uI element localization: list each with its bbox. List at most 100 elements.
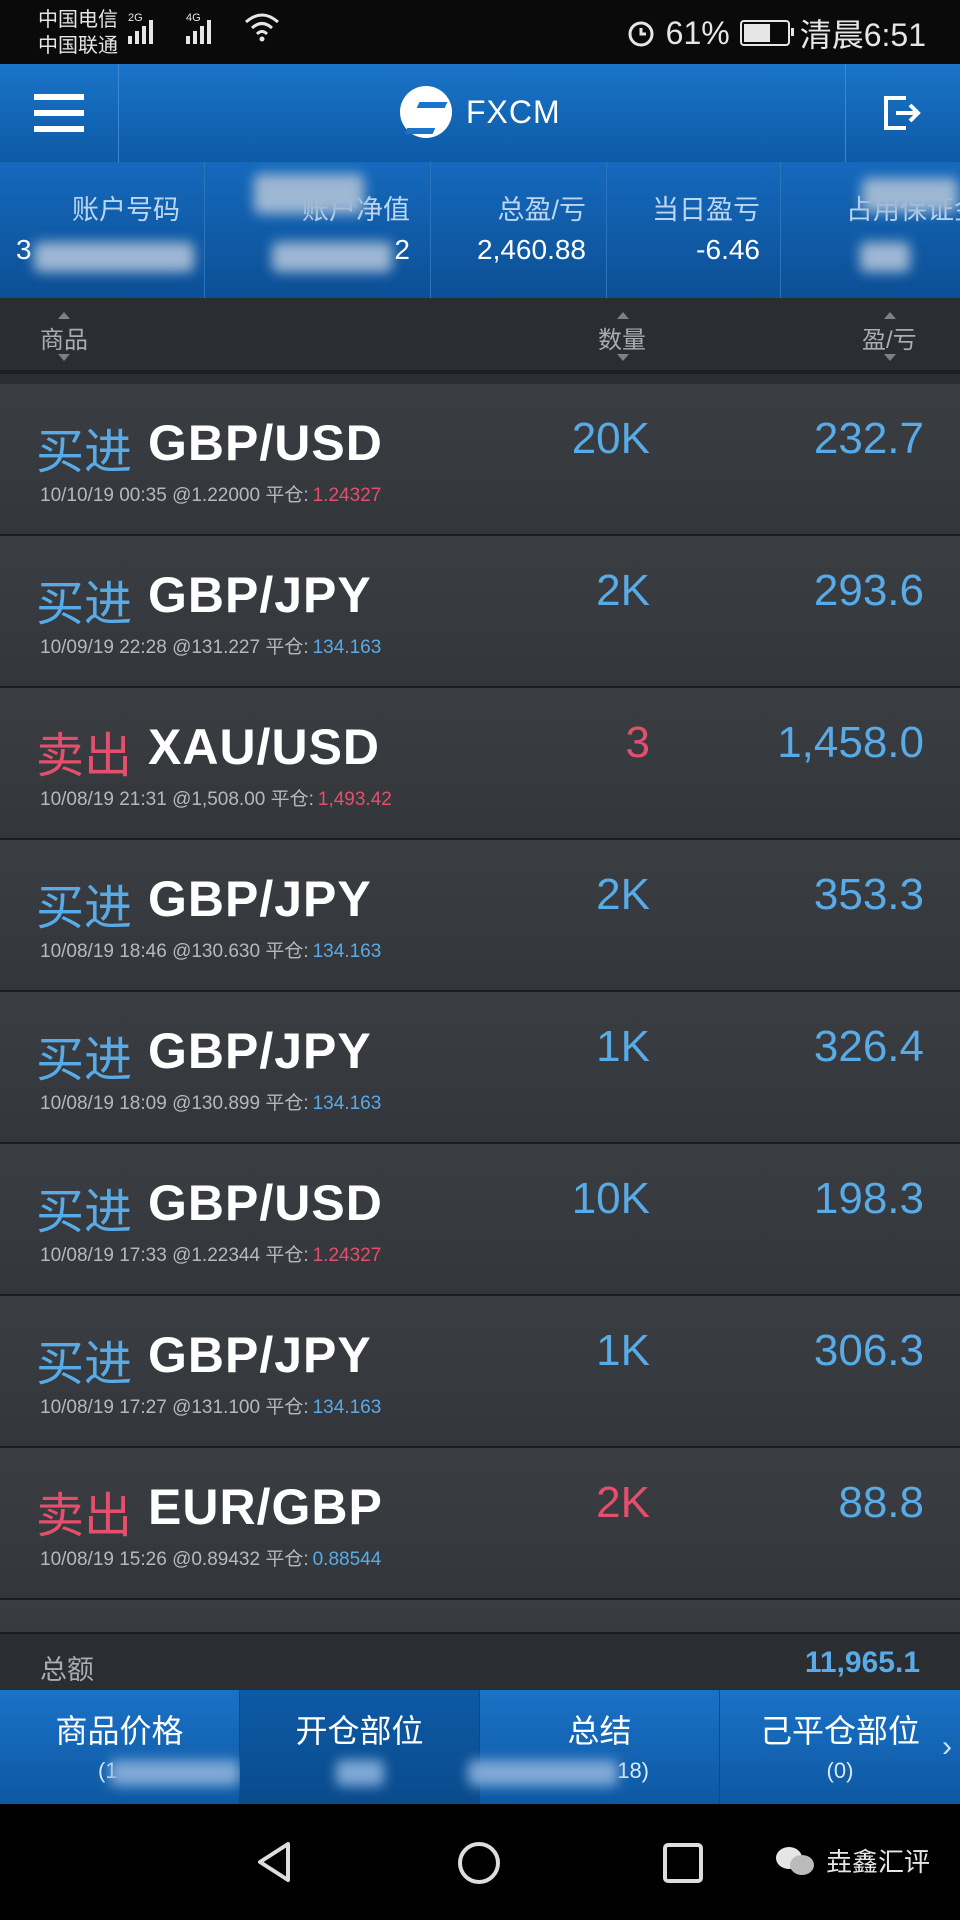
col-quantity[interactable]: 数量 — [598, 320, 646, 355]
close-price: 134.163 — [312, 637, 382, 658]
close-price: 134.163 — [312, 1093, 382, 1114]
symbol: GBP/USD — [148, 415, 383, 471]
profit-loss: 198.3 — [813, 1174, 924, 1223]
side-label: 买进 — [36, 1184, 133, 1240]
side-label: 买进 — [36, 1032, 133, 1088]
profit-loss: 232.7 — [813, 414, 924, 463]
total-bar: 总额 11,965.1 — [0, 1632, 960, 1692]
side-label: 买进 — [36, 424, 133, 480]
tab-prices[interactable]: 商品价格 (1 — [0, 1690, 240, 1804]
symbol: GBP/JPY — [148, 567, 372, 623]
side-label: 买进 — [36, 880, 133, 936]
quantity: 20K — [571, 414, 650, 463]
summary-margin: 占用保证金 — [780, 162, 960, 298]
chevron-right-icon[interactable]: › — [942, 1730, 952, 1764]
quantity: 10K — [571, 1174, 650, 1223]
close-price: 1.24327 — [312, 1245, 382, 1266]
logout-icon — [884, 96, 921, 130]
close-price: 0.88544 — [312, 1549, 382, 1570]
summary-daily-pl: 当日盈亏 -6.46 — [606, 162, 781, 298]
profit-loss: 1,458.0 — [777, 718, 924, 767]
total-value: 11,965.1 — [804, 1646, 920, 1679]
trade-meta: 10/08/19 18:09 @130.899 平仓: 134.163 — [40, 1093, 382, 1114]
quantity: 2K — [596, 870, 650, 919]
summary-equity: 账户净值 2 — [204, 162, 431, 298]
trade-meta: 10/08/19 17:33 @1.22344 平仓: 1.24327 — [40, 1245, 382, 1266]
battery-icon — [739, 20, 794, 46]
quantity: 3 — [625, 718, 650, 767]
battery-percent: 61% — [665, 14, 730, 51]
system-nav-bar: 垚鑫汇评 — [0, 1804, 960, 1920]
brand: FXCM — [400, 86, 561, 138]
position-row[interactable]: 卖出 XAU/USD 10/08/19 21:31 @1,508.00 平仓: 1… — [0, 688, 960, 840]
profit-loss: 353.3 — [813, 870, 924, 919]
profit-loss: 326.4 — [813, 1022, 924, 1071]
carrier-1: 中国电信 — [38, 7, 118, 31]
profit-loss: 88.8 — [838, 1478, 924, 1527]
wechat-icon — [775, 1845, 816, 1877]
position-row[interactable]: 买进 GBP/USD 10/10/19 00:35 @1.22000 平仓: 1.… — [0, 384, 960, 536]
close-price: 1,493.42 — [317, 789, 392, 810]
close-price: 1.24327 — [312, 485, 382, 506]
col-pl[interactable]: 盈/亏 — [862, 320, 917, 355]
position-row[interactable]: 买进 GBP/JPY 10/09/19 22:28 @131.227 平仓: 13… — [0, 536, 960, 688]
col-product[interactable]: 商品 — [40, 320, 88, 355]
clock: 清晨6:51 — [799, 17, 926, 53]
alarm-icon — [628, 21, 654, 47]
carrier-2: 中国联通 — [38, 33, 118, 57]
trade-meta: 10/08/19 17:27 @131.100 平仓: 134.163 — [40, 1397, 382, 1418]
signal-2g-icon: 2G — [128, 12, 153, 44]
position-row[interactable]: 买进 GBP/JPY 10/08/19 18:46 @130.630 平仓: 13… — [0, 840, 960, 992]
quantity: 1K — [596, 1326, 650, 1375]
symbol: GBP/JPY — [148, 1327, 372, 1383]
trade-meta: 10/09/19 22:28 @131.227 平仓: 134.163 — [40, 637, 382, 658]
profit-loss: 293.6 — [813, 566, 924, 615]
side-label: 买进 — [36, 1336, 133, 1392]
app-title: FXCM — [466, 93, 561, 130]
position-row[interactable]: 买进 GBP/JPY 10/08/19 18:09 @130.899 平仓: 13… — [0, 992, 960, 1144]
recents-icon[interactable] — [662, 1842, 704, 1884]
bottom-tabs: 商品价格 (1 开仓部位 总结 18) 己平仓部位 (0) › — [0, 1690, 960, 1804]
quantity: 2K — [596, 566, 650, 615]
symbol: GBP/USD — [148, 1175, 383, 1231]
wifi-icon — [244, 12, 280, 47]
side-label: 卖出 — [36, 1488, 133, 1544]
trade-meta: 10/08/19 18:46 @130.630 平仓: 134.163 — [40, 941, 382, 962]
app-header: FXCM — [0, 64, 960, 162]
menu-button[interactable] — [0, 64, 119, 162]
carrier-info: 中国电信 中国联通 — [38, 6, 118, 58]
position-row[interactable]: 买进 GBP/USD 10/08/19 17:33 @1.22344 平仓: 1.… — [0, 1144, 960, 1296]
close-price: 134.163 — [312, 1397, 382, 1418]
positions-list: 买进 GBP/USD 10/10/19 00:35 @1.22000 平仓: 1.… — [0, 384, 960, 1632]
back-icon[interactable] — [254, 1840, 294, 1884]
symbol: XAU/USD — [148, 719, 381, 775]
table-header: 商品 数量 盈/亏 — [0, 298, 960, 374]
symbol: EUR/GBP — [148, 1479, 383, 1535]
fxcm-logo-icon — [400, 86, 452, 138]
quantity: 2K — [596, 1478, 650, 1527]
signal-4g-icon: 4G — [186, 12, 211, 44]
position-row[interactable]: 卖出 EUR/GBP 10/08/19 15:26 @0.89432 平仓: 0.… — [0, 1448, 960, 1600]
watermark: 垚鑫汇评 — [775, 1842, 930, 1879]
side-label: 买进 — [36, 576, 133, 632]
quantity: 1K — [596, 1022, 650, 1071]
logout-button[interactable] — [845, 64, 960, 162]
tab-summary[interactable]: 总结 18) — [468, 1690, 720, 1804]
account-summary: 账户号码 3 账户净值 2 总盈/亏 2,460.88 当日盈亏 -6.46 占… — [0, 162, 960, 298]
summary-account-number: 账户号码 3 — [0, 162, 205, 298]
close-price: 134.163 — [312, 941, 382, 962]
summary-total-pl: 总盈/亏 2,460.88 — [430, 162, 607, 298]
position-row-partial[interactable] — [0, 1600, 960, 1632]
status-bar: 中国电信 中国联通 2G 4G 61% 清晨6:51 — [0, 0, 960, 64]
position-row[interactable]: 买进 GBP/JPY 10/08/19 17:27 @131.100 平仓: 13… — [0, 1296, 960, 1448]
menu-icon — [34, 94, 84, 100]
trade-meta: 10/10/19 00:35 @1.22000 平仓: 1.24327 — [40, 485, 382, 506]
trade-meta: 10/08/19 15:26 @0.89432 平仓: 0.88544 — [40, 1549, 382, 1570]
tab-open-positions[interactable]: 开仓部位 — [240, 1690, 480, 1804]
profit-loss: 306.3 — [813, 1326, 924, 1375]
home-icon[interactable] — [456, 1840, 502, 1886]
tab-closed-positions[interactable]: 己平仓部位 (0) › — [720, 1690, 960, 1804]
side-label: 卖出 — [36, 728, 133, 784]
symbol: GBP/JPY — [148, 871, 372, 927]
status-right: 61% 清晨6:51 — [626, 10, 926, 56]
